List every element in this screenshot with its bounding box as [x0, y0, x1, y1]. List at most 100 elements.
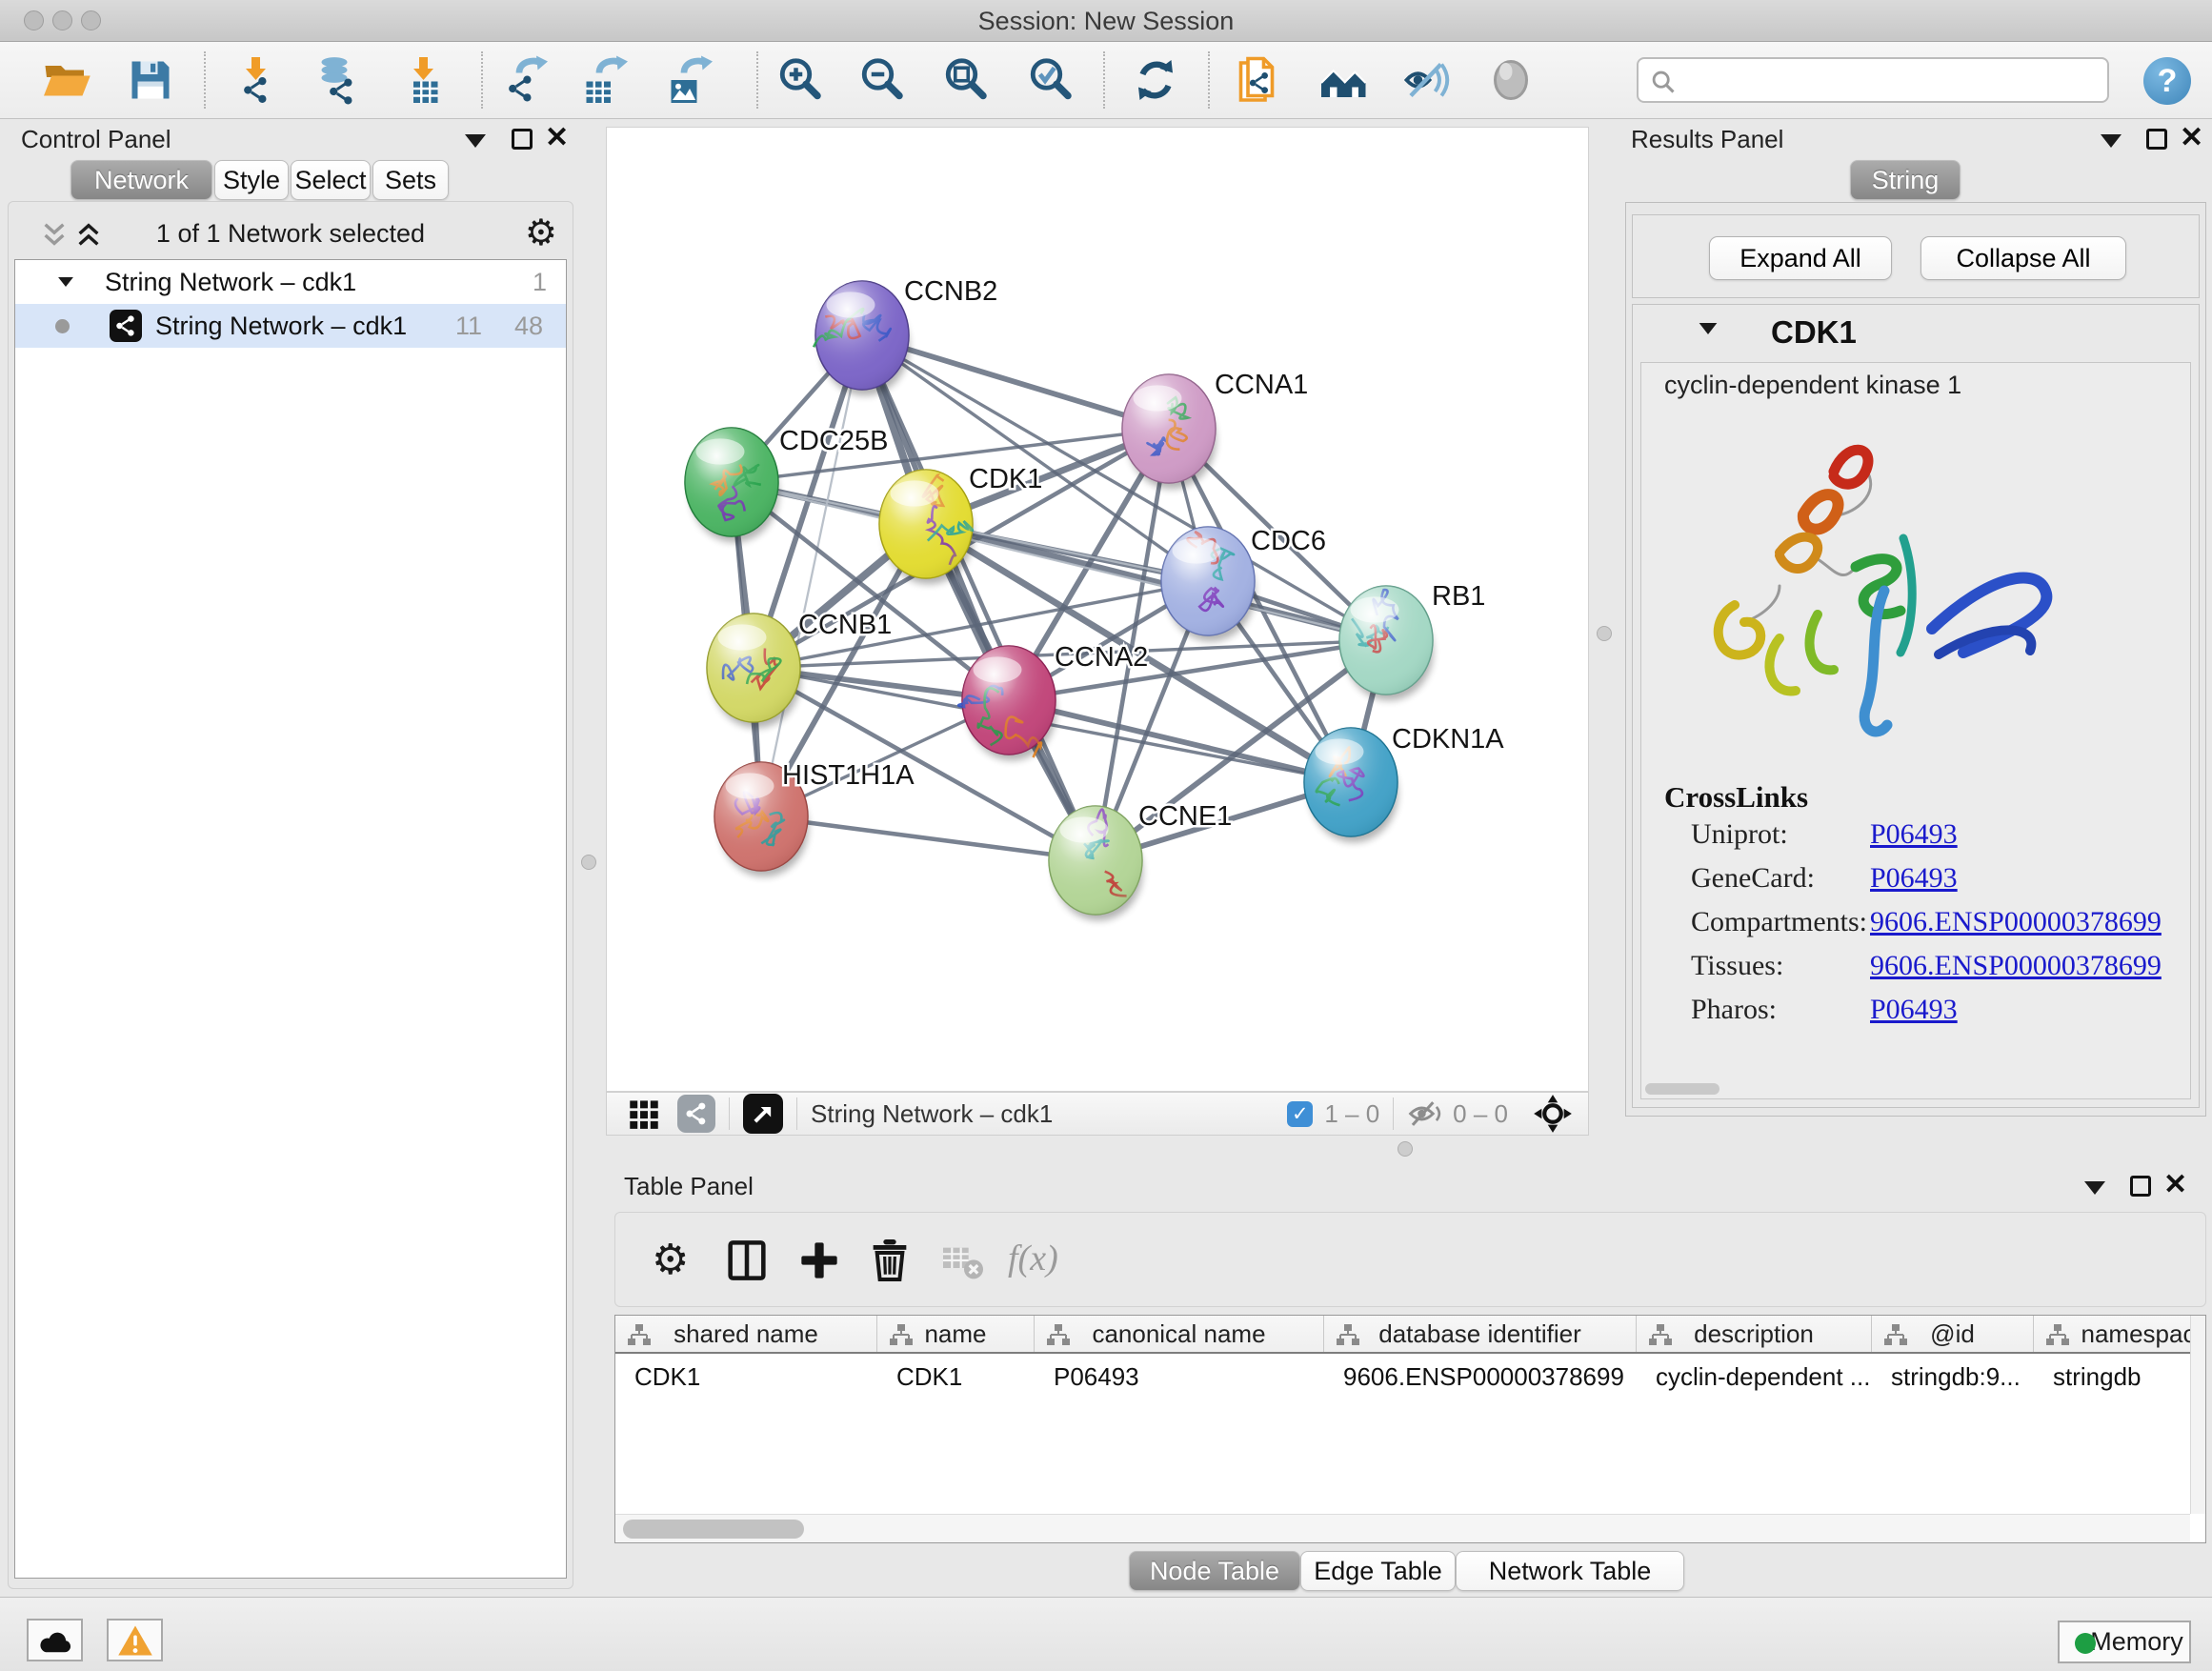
panel-float-icon[interactable] — [2130, 1176, 2151, 1197]
home-networks-icon[interactable] — [1318, 54, 1370, 106]
column-header-name[interactable]: name — [877, 1316, 1035, 1352]
import-table-icon[interactable] — [399, 54, 451, 106]
panel-close-icon[interactable]: ✕ — [2163, 1171, 2187, 1199]
search-input[interactable] — [1688, 61, 2098, 99]
column-header-namespac[interactable]: namespac — [2034, 1316, 2212, 1352]
results-hscroll-thumb[interactable] — [1645, 1083, 1719, 1095]
cloud-button[interactable] — [27, 1619, 83, 1661]
grid-view-icon[interactable] — [628, 1097, 660, 1130]
export-image-icon[interactable] — [664, 54, 715, 106]
tab-string[interactable]: String — [1850, 160, 1961, 200]
table-vertical-scrollbar[interactable] — [2190, 1316, 2205, 1514]
crosslink-value-link[interactable]: 9606.ENSP00000378699 — [1870, 950, 2162, 982]
collapse-all-button[interactable]: Collapse All — [1920, 236, 2126, 280]
node-label-RB1: RB1 — [1432, 581, 1485, 612]
crosslink-label: Tissues: — [1691, 950, 1783, 981]
network-collection-row[interactable]: String Network – cdk1 1 — [15, 260, 566, 304]
node-CCNE1[interactable] — [1049, 806, 1143, 920]
cdk1-entry-content: cyclin-dependent kinase 1 — [1640, 362, 2191, 1099]
column-header-description[interactable]: description — [1637, 1316, 1872, 1352]
node-CCNB2[interactable] — [814, 281, 909, 395]
panel-close-icon[interactable]: ✕ — [2180, 124, 2203, 152]
export-table-icon[interactable] — [579, 54, 631, 106]
window-zoom-button[interactable] — [81, 10, 101, 30]
save-session-icon[interactable] — [125, 54, 176, 106]
hscroll-thumb[interactable] — [623, 1520, 804, 1539]
refresh-icon[interactable] — [1130, 54, 1181, 106]
panel-close-icon[interactable]: ✕ — [545, 124, 569, 152]
node-CDK1[interactable] — [879, 470, 974, 584]
panel-float-icon[interactable] — [512, 129, 533, 150]
node-CCNB1[interactable] — [707, 614, 801, 728]
hide-glyphs-icon[interactable] — [1402, 54, 1454, 106]
node-CCNA1[interactable] — [1122, 374, 1217, 489]
tab-select[interactable]: Select — [291, 160, 371, 200]
column-header-shared-name[interactable]: shared name — [615, 1316, 877, 1352]
node-RB1[interactable] — [1339, 586, 1434, 700]
column-header-label: name — [924, 1319, 986, 1349]
entry-collapse-icon[interactable] — [1699, 323, 1718, 334]
import-network-from-database-icon[interactable] — [312, 54, 363, 106]
zoom-selected-icon[interactable] — [1025, 54, 1076, 106]
tab-edge-table[interactable]: Edge Table — [1300, 1551, 1456, 1591]
panel-collapse-icon[interactable] — [465, 134, 486, 148]
tab-style[interactable]: Style — [214, 160, 289, 200]
window-close-button[interactable] — [24, 10, 44, 30]
network-from-file-icon[interactable] — [1234, 54, 1285, 106]
node-CDKN1A[interactable] — [1304, 728, 1398, 842]
cdk1-entry-header[interactable]: CDK1 — [1633, 305, 2199, 358]
table-toolbar: ⚙ f(x) — [614, 1212, 2206, 1307]
node-CCNA2[interactable] — [958, 646, 1056, 760]
node-CDC25B[interactable] — [685, 428, 779, 542]
column-header-database-identifier[interactable]: database identifier — [1324, 1316, 1637, 1352]
table-cell: 9606.ENSP00000378699 — [1324, 1356, 1637, 1398]
zoom-in-icon[interactable] — [774, 54, 826, 106]
export-network-icon[interactable] — [499, 54, 551, 106]
network-options-gear-icon[interactable]: ⚙ — [525, 211, 557, 254]
import-network-icon[interactable] — [231, 54, 283, 106]
panel-collapse-icon[interactable] — [2084, 1181, 2105, 1195]
zoom-out-icon[interactable] — [856, 54, 908, 106]
crosslink-value-link[interactable]: P06493 — [1870, 818, 1958, 851]
left-splitter-handle[interactable] — [581, 855, 596, 870]
column-header--id[interactable]: @id — [1872, 1316, 2034, 1352]
tab-sets[interactable]: Sets — [372, 160, 449, 200]
fit-selected-crosshair-icon[interactable] — [1533, 1094, 1573, 1134]
panel-collapse-icon[interactable] — [2101, 134, 2122, 148]
table-horizontal-scrollbar[interactable] — [615, 1514, 2190, 1542]
crosslink-value-link[interactable]: P06493 — [1870, 862, 1958, 895]
tab-network-table[interactable]: Network Table — [1456, 1551, 1684, 1591]
column-header-canonical-name[interactable]: canonical name — [1035, 1316, 1324, 1352]
right-splitter-handle[interactable] — [1597, 626, 1612, 641]
delete-column-icon[interactable] — [867, 1238, 913, 1283]
zoom-fit-icon[interactable] — [940, 54, 992, 106]
show-glyphs-disabled-icon[interactable] — [1485, 54, 1537, 106]
string-results-container: Expand All Collapse All CDK1 cyclin-depe… — [1625, 202, 2206, 1117]
help-button[interactable]: ? — [2143, 57, 2191, 105]
tab-network[interactable]: Network — [70, 160, 212, 200]
panel-float-icon[interactable] — [2146, 129, 2167, 150]
crosslink-label: GeneCard: — [1691, 862, 1815, 894]
network-share-view-icon[interactable] — [677, 1095, 715, 1133]
warning-button[interactable] — [107, 1619, 163, 1661]
show-columns-icon[interactable] — [724, 1238, 770, 1283]
bottom-splitter-handle[interactable] — [1398, 1141, 1413, 1157]
crosslink-value-link[interactable]: 9606.ENSP00000378699 — [1870, 906, 2162, 938]
tree-expand-icon[interactable] — [58, 277, 73, 287]
tab-node-table[interactable]: Node Table — [1129, 1551, 1300, 1591]
node-CDC6[interactable] — [1161, 527, 1256, 641]
selected-checkbox-icon[interactable]: ✓ — [1287, 1101, 1313, 1127]
table-row[interactable]: CDK1CDK1P064939606.ENSP00000378699cyclin… — [615, 1356, 2190, 1398]
memory-button[interactable]: Memory — [2058, 1621, 2191, 1663]
window-minimize-button[interactable] — [52, 10, 72, 30]
table-options-gear-icon[interactable]: ⚙ — [652, 1238, 697, 1283]
hidden-node-edge-count: 0 – 0 — [1453, 1099, 1508, 1129]
add-column-icon[interactable] — [796, 1238, 842, 1283]
birdseye-view-icon[interactable] — [743, 1094, 783, 1134]
network-row-selected[interactable]: String Network – cdk1 11 48 — [15, 304, 566, 348]
node-label-CDKN1A: CDKN1A — [1392, 724, 1504, 755]
expand-all-button[interactable]: Expand All — [1709, 236, 1892, 280]
open-session-icon[interactable] — [41, 54, 92, 106]
network-canvas[interactable]: CCNB2CCNA1CDC25BCDK1CDC6RB1CCNB1CCNA2CDK… — [606, 127, 1589, 1092]
crosslink-value-link[interactable]: P06493 — [1870, 994, 1958, 1026]
